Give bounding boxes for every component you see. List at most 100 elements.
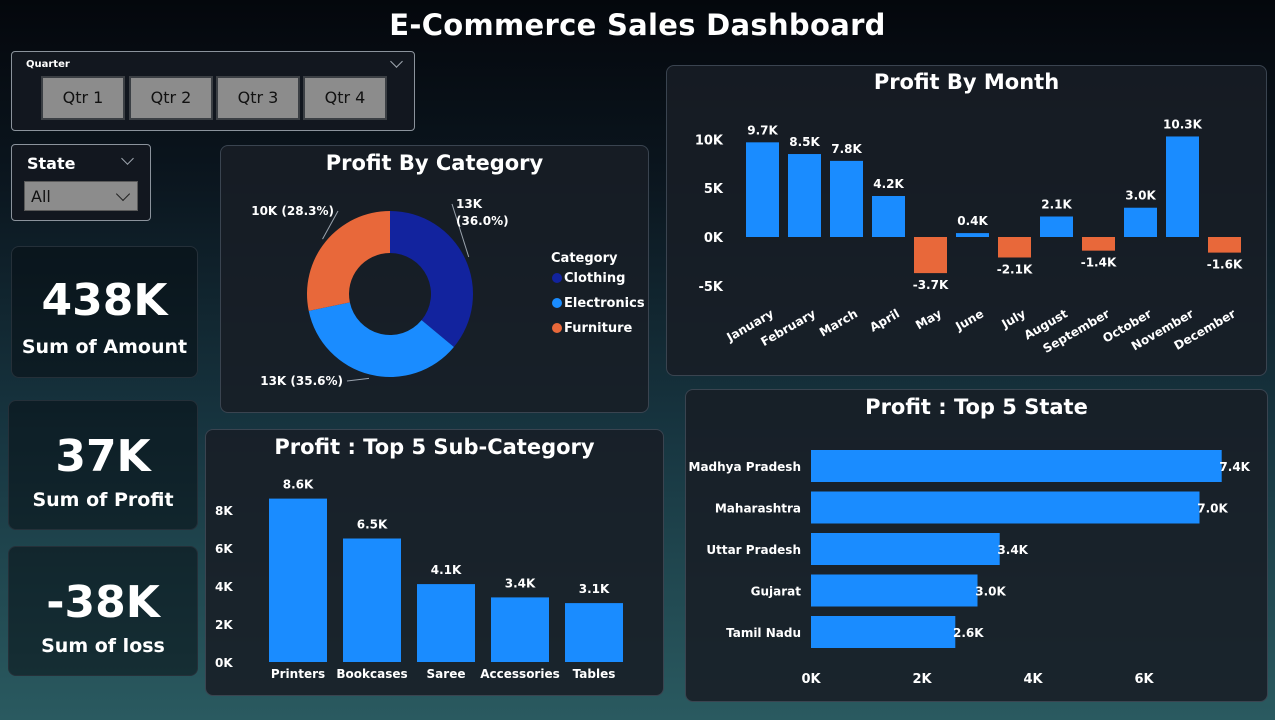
kpi-label: Sum of loss (41, 635, 165, 657)
data-label: 3.0K (1125, 189, 1156, 203)
top5-subcategory-panel: Profit : Top 5 Sub-Category 8K 6K 4K 2K 0K 8.… (205, 429, 664, 696)
bar-maharashtra (811, 491, 1200, 524)
kpi-value: 37K (55, 431, 151, 482)
data-label: 13K (35.6%) (260, 374, 343, 388)
data-label: 3.4K (505, 576, 536, 590)
bar-tamil-nadu (811, 616, 956, 648)
x-tick-label: 0K (801, 672, 821, 687)
legend-marker (552, 298, 562, 308)
data-label: (36.0%) (456, 214, 509, 228)
data-label: 4.2K (873, 177, 904, 191)
y-tick-label: Maharashtra (715, 502, 801, 516)
data-label: 2.6K (953, 626, 984, 640)
quarter-slicer: Quarter Qtr 1 Qtr 2 Qtr 3 Qtr 4 (11, 51, 415, 131)
bar-bookcases (343, 538, 401, 662)
data-label: 3.1K (579, 582, 610, 596)
kpi-label: Sum of Amount (21, 336, 188, 358)
y-tick-label: Tamil Nadu (726, 626, 801, 640)
bar-october (1124, 207, 1157, 237)
x-tick-label: April (867, 306, 902, 334)
state-dropdown[interactable]: All (24, 181, 138, 211)
bar-accessories (491, 597, 549, 662)
data-label: 7.0K (1197, 502, 1228, 516)
top5-state-panel: Profit : Top 5 State Madhya Pradesh 7.4K M… (685, 389, 1268, 702)
bar-printers (269, 498, 327, 662)
x-tick-label: May (913, 306, 944, 332)
chevron-down-icon[interactable] (390, 55, 403, 68)
y-tick-label: 8K (215, 504, 233, 518)
data-label: 10K (28.3%) (251, 204, 334, 218)
top5-state-chart: Madhya Pradesh 7.4K Maharashtra 7.0K Uttar P… (689, 450, 1251, 687)
data-label: 10.3K (1163, 117, 1203, 131)
data-label: 7.4K (1219, 460, 1250, 474)
kpi-card-amount: 438K Sum of Amount (11, 246, 198, 378)
profit-by-category-chart: 13K (36.0%) 13K (35.6%) 10K (28.3%) Category… (251, 197, 645, 388)
data-label: 6.5K (357, 518, 388, 532)
y-tick-label: 0K (215, 656, 233, 670)
kpi-card-loss: -38K Sum of loss (8, 546, 198, 676)
chevron-down-icon[interactable] (121, 152, 134, 165)
state-dropdown-value: All (31, 187, 51, 206)
quarter-button-qtr-2[interactable]: Qtr 2 (129, 76, 213, 120)
profit-by-month-panel: Profit By Month 10K 5K 0K -5K 9.7K January 8.5… (666, 65, 1267, 376)
data-label: 13K (456, 197, 483, 211)
x-tick-label: 6K (1134, 672, 1154, 687)
quarter-button-qtr-3[interactable]: Qtr 3 (216, 76, 300, 120)
x-tick-label: 4K (1023, 672, 1043, 687)
dashboard-title: E-Commerce Sales Dashboard (389, 8, 886, 42)
bar-uttar-pradesh (811, 533, 1000, 565)
data-label: 8.6K (283, 478, 314, 492)
data-label: -1.4K (1081, 256, 1117, 270)
donut-slice-furniture (307, 211, 390, 311)
data-label: 2.1K (1041, 198, 1072, 212)
bar-december (1208, 237, 1241, 253)
bar-april (872, 196, 905, 237)
y-tick-label: Gujarat (751, 585, 802, 599)
legend-marker (552, 323, 562, 333)
profit-by-month-chart: 10K5K0K-5K9.7KJanuary8.5KFebruary7.8KMar… (695, 117, 1243, 355)
bar-january (746, 142, 779, 237)
quarter-button-qtr-4[interactable]: Qtr 4 (303, 76, 387, 120)
bar-february (788, 154, 821, 237)
y-tick-label: 6K (215, 542, 233, 556)
kpi-value: 438K (41, 275, 168, 326)
legend-title: Category (551, 251, 618, 266)
data-label: 8.5K (789, 135, 820, 149)
x-tick-label: Tables (573, 667, 616, 681)
data-label: -3.7K (913, 278, 949, 292)
kpi-card-profit: 37K Sum of Profit (8, 400, 198, 530)
bar-gujarat (811, 574, 978, 607)
state-slicer: State All (11, 144, 151, 221)
legend-item: Electronics (564, 296, 645, 311)
top5-subcategory-chart: 8K 6K 4K 2K 0K 8.6K Printers 6.5K Bookcases 4.1K S… (215, 478, 623, 681)
data-label: 9.7K (747, 123, 778, 137)
legend-marker (552, 273, 562, 283)
bar-saree (417, 584, 475, 662)
data-label: 4.1K (431, 563, 462, 577)
x-tick-label: Bookcases (336, 667, 407, 681)
bar-may (914, 237, 947, 274)
data-label: -2.1K (997, 262, 1033, 276)
y-tick-label: 0K (704, 231, 724, 246)
data-label: 3.4K (997, 543, 1028, 557)
bar-september (1082, 237, 1115, 251)
bar-august (1040, 216, 1073, 237)
data-label: 0.4K (957, 214, 988, 228)
data-label: 7.8K (831, 142, 862, 156)
bar-madhya-pradesh (811, 450, 1222, 482)
bar-june (956, 233, 989, 237)
quarter-button-qtr-1[interactable]: Qtr 1 (41, 76, 125, 120)
legend-item: Furniture (564, 321, 632, 336)
y-tick-label: 10K (695, 133, 724, 148)
profit-by-category-panel: Profit By Category 13K (36.0%) 13K (35.6%)… (220, 145, 649, 413)
y-tick-label: Uttar Pradesh (706, 543, 801, 557)
x-tick-label: Saree (427, 667, 466, 681)
data-label: -1.6K (1207, 258, 1243, 272)
chevron-down-icon (115, 186, 131, 202)
y-tick-label: Madhya Pradesh (689, 460, 802, 474)
y-tick-label: 5K (704, 182, 724, 197)
bar-july (998, 237, 1031, 258)
x-tick-label: Accessories (480, 667, 560, 681)
state-slicer-label: State (27, 154, 76, 173)
y-tick-label: 2K (215, 618, 233, 632)
